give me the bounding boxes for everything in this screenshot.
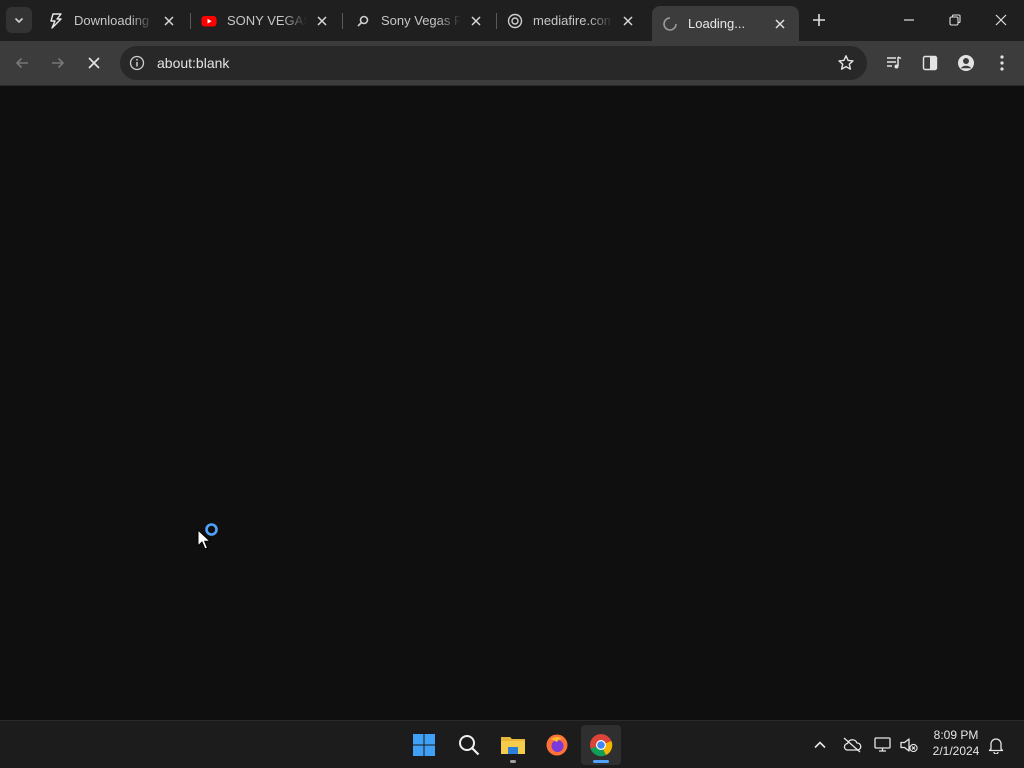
network-button[interactable]: [871, 733, 895, 757]
tab-loading[interactable]: Loading...: [652, 6, 799, 41]
clock-time: 8:09 PM: [933, 728, 979, 742]
onedrive-button[interactable]: [840, 733, 864, 757]
plus-icon: [813, 14, 825, 26]
tab-title: Sony Vegas Pro: [381, 13, 461, 28]
profile-button[interactable]: [950, 47, 982, 79]
youtube-icon: [201, 13, 217, 29]
close-icon: [995, 14, 1007, 26]
tab-sony-vegas-youtube[interactable]: SONY VEGAS PI: [191, 0, 341, 41]
bolt-icon: [48, 12, 64, 29]
tab-title: Downloading T: [74, 13, 154, 28]
close-window-button[interactable]: [978, 0, 1024, 40]
folder-icon: [501, 737, 525, 754]
arrow-right-icon: [52, 57, 65, 69]
notifications-button[interactable]: [984, 733, 1008, 757]
tab-search-button[interactable]: [6, 7, 32, 33]
firefox-icon: [546, 734, 568, 756]
tab-sony-vegas-pro[interactable]: Sony Vegas Pro: [345, 0, 495, 41]
bell-icon: [988, 738, 1004, 754]
minimize-button[interactable]: [886, 0, 932, 40]
close-icon[interactable]: [467, 12, 485, 30]
star-icon[interactable]: [837, 54, 855, 72]
network-icon: [874, 737, 891, 752]
close-icon[interactable]: [313, 12, 331, 30]
close-icon[interactable]: [160, 12, 178, 30]
taskbar: 8:09 PM 2/1/2024: [0, 720, 1024, 768]
file-explorer-button[interactable]: [493, 725, 533, 765]
firefox-button[interactable]: [537, 725, 577, 765]
close-icon[interactable]: [771, 15, 789, 33]
chevron-down-icon: [14, 17, 24, 24]
close-icon[interactable]: [619, 12, 637, 30]
chrome-icon: [590, 734, 613, 757]
forward-button[interactable]: [42, 47, 74, 79]
clock[interactable]: 8:09 PM 2/1/2024: [926, 727, 986, 759]
stop-button[interactable]: [78, 47, 110, 79]
tab-strip: Downloading T SONY VEGAS PI Sony Vegas P…: [0, 0, 1024, 41]
restore-button[interactable]: [932, 0, 978, 40]
mediafire-icon: [507, 13, 523, 29]
back-button[interactable]: [6, 47, 38, 79]
browser-toolbar: about:blank: [0, 41, 1024, 86]
address-bar[interactable]: about:blank: [120, 46, 867, 80]
spinner-icon: [662, 16, 678, 32]
tab-title: Loading...: [688, 16, 746, 31]
new-tab-button[interactable]: [807, 8, 831, 32]
url-text[interactable]: about:blank: [157, 55, 229, 71]
start-button[interactable]: [404, 725, 444, 765]
search-icon: [459, 735, 480, 756]
minimize-icon: [904, 19, 914, 21]
chevron-up-icon: [814, 741, 826, 749]
search-button[interactable]: [449, 725, 489, 765]
info-icon[interactable]: [125, 51, 149, 75]
queue-music-icon: [887, 56, 902, 69]
volume-muted-icon: [900, 738, 918, 753]
tab-separator: [342, 13, 343, 29]
avatar-icon: [958, 55, 974, 71]
restore-icon: [949, 14, 961, 26]
arrow-left-icon: [15, 57, 28, 69]
more-vert-icon: [1000, 55, 1004, 71]
running-indicator: [510, 760, 516, 763]
tab-title: mediafire.com/: [533, 13, 613, 28]
cloud-off-icon: [843, 737, 862, 753]
page-content: [0, 86, 1024, 720]
windows-icon: [413, 734, 435, 756]
menu-button[interactable]: [986, 47, 1018, 79]
show-hidden-icons-button[interactable]: [808, 733, 832, 757]
tab-mediafire[interactable]: mediafire.com/: [497, 0, 647, 41]
vegas-icon: [355, 13, 371, 29]
tab-title: SONY VEGAS PI: [227, 13, 307, 28]
clock-date: 2/1/2024: [932, 744, 980, 758]
media-controls-button[interactable]: [878, 47, 910, 79]
active-indicator: [593, 760, 609, 763]
volume-button[interactable]: [897, 733, 921, 757]
chrome-button[interactable]: [581, 725, 621, 765]
side-panel-icon: [922, 55, 938, 71]
busy-cursor-icon: [197, 521, 223, 556]
tab-downloading[interactable]: Downloading T: [38, 0, 188, 41]
stop-icon: [88, 57, 100, 69]
side-panel-button[interactable]: [914, 47, 946, 79]
